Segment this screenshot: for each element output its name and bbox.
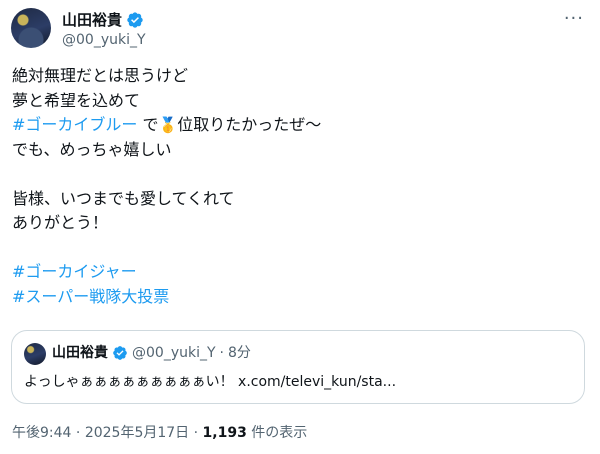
quoted-tweet[interactable]: 山田裕貴 @00_yuki_Y · 8分 よっしゃぁぁぁぁぁぁぁぁぁい！ x.c…: [11, 330, 585, 404]
views-label: 件の表示: [246, 425, 308, 441]
verified-badge-icon: [113, 346, 127, 360]
more-options-icon[interactable]: ···: [564, 10, 584, 28]
tweet-text: 絶対無理だとは思うけど 夢と希望を込めて #ゴーカイブルー で🥇位取りたかったぜ…: [12, 64, 582, 309]
tweet-line: #ゴーカイブルー で🥇位取りたかったぜ〜: [12, 113, 582, 138]
verified-badge-icon: [127, 12, 143, 28]
avatar[interactable]: [11, 8, 51, 48]
tweet-line: 絶対無理だとは思うけど: [12, 66, 189, 85]
quoted-header: 山田裕貴 @00_yuki_Y · 8分: [52, 344, 251, 362]
tweet-line: #ゴーカイジャー: [12, 260, 582, 285]
author-display-name[interactable]: 山田裕貴: [62, 11, 122, 29]
tweet-time[interactable]: 午後9:44: [12, 425, 71, 441]
tweet-line: 夢と希望を込めて: [12, 90, 141, 110]
tweet-date[interactable]: 2025年5月17日: [85, 425, 189, 441]
tweet-text-segment: 位取りたかったぜ〜: [177, 115, 322, 134]
tweet-line: #スーパー戦隊大投票: [12, 285, 582, 310]
hashtag-link[interactable]: #スーパー戦隊大投票: [12, 287, 169, 306]
tweet-text-segment: で: [137, 115, 159, 134]
quoted-timestamp[interactable]: 8分: [228, 344, 251, 362]
gold-medal-emoji-icon: 🥇: [158, 116, 178, 134]
quoted-handle[interactable]: @00_yuki_Y: [132, 344, 216, 362]
tweet-line: ありがとう！: [12, 213, 109, 232]
quoted-avatar[interactable]: [24, 343, 46, 365]
tweet-line: でも、めっちゃ嬉しい: [12, 139, 172, 159]
author-name-row: 山田裕貴: [62, 11, 144, 29]
quoted-text: よっしゃぁぁぁぁぁぁぁぁぁい！ x.com/televi_kun/sta...: [24, 374, 397, 390]
views-count[interactable]: 1,193: [203, 425, 247, 441]
tweet-line: 皆様、いつまでも愛してくれて: [12, 188, 235, 208]
tweet-metadata: 午後9:44 · 2025年5月17日 · 1,193 件の表示: [12, 424, 307, 442]
hashtag-link[interactable]: #ゴーカイジャー: [12, 262, 137, 281]
separator-dot: ·: [219, 345, 224, 361]
separator-dot: ·: [189, 425, 203, 441]
author-handle[interactable]: @00_yuki_Y: [62, 32, 146, 49]
separator-dot: ·: [71, 425, 85, 441]
quoted-display-name[interactable]: 山田裕貴: [52, 344, 108, 362]
hashtag-link[interactable]: #ゴーカイブルー: [12, 115, 137, 134]
